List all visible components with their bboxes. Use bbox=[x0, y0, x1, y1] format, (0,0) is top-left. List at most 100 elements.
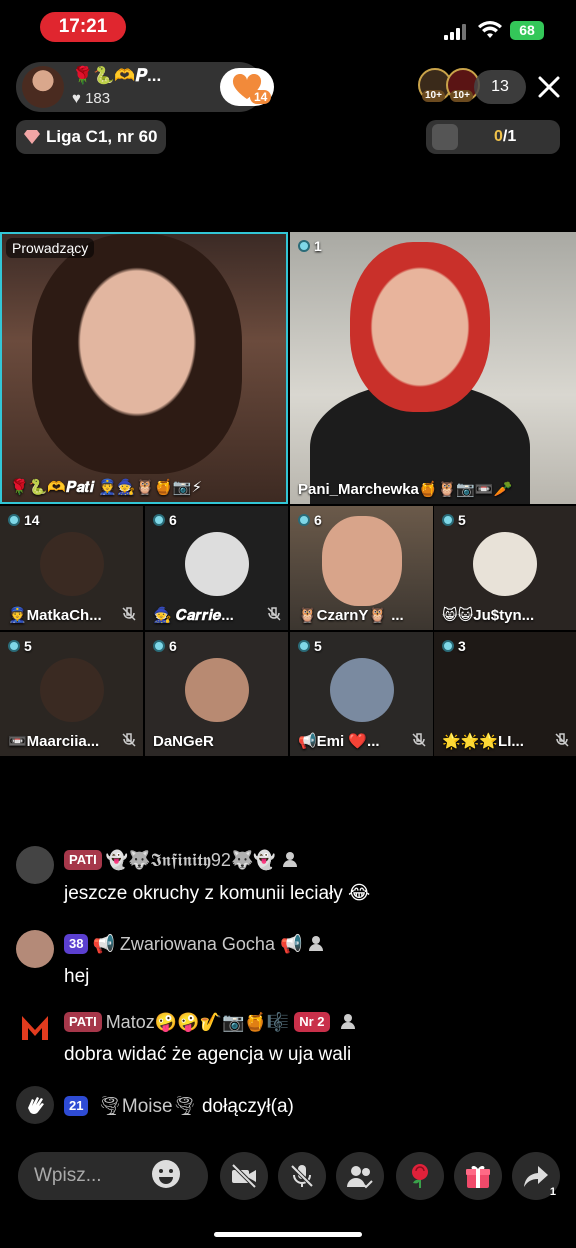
coin-icon bbox=[298, 240, 310, 252]
host-tile-name: 🌹🐍🫶𝑷𝒂𝒕𝒊 👮🧙🦉🍯📷⚡ bbox=[10, 479, 203, 496]
mic-off-button[interactable] bbox=[278, 1152, 326, 1200]
guests-button[interactable] bbox=[336, 1152, 384, 1200]
coin-icon bbox=[8, 514, 20, 526]
close-icon[interactable] bbox=[534, 72, 564, 102]
cellular-signal-icon bbox=[444, 24, 470, 40]
joined-action: dołączył(a) bbox=[201, 1096, 294, 1117]
camera-off-icon bbox=[231, 1163, 257, 1189]
guest-avatar bbox=[329, 658, 394, 722]
chat-message[interactable]: 38 📢 Zwariowana Gocha 📢 hej bbox=[16, 930, 556, 1000]
guest-tile[interactable]: 6 DaNGeR bbox=[145, 632, 288, 756]
rose-gift-button[interactable] bbox=[396, 1152, 444, 1200]
guest-tile[interactable]: 3 🌟🌟🌟LI... bbox=[434, 632, 576, 756]
chat-text: hej bbox=[64, 966, 90, 987]
guest-video-tile[interactable]: 6 🦉CzarnY🦉 ... bbox=[290, 506, 433, 630]
gem-badge: 21 bbox=[64, 1096, 89, 1116]
guest-name: 🌟🌟🌟LI... bbox=[442, 733, 524, 750]
host-profile-card[interactable]: 🌹🐍🫶𝑷... ♥ 183 14 bbox=[16, 62, 274, 112]
goal-current: 0 bbox=[494, 128, 503, 145]
guest-name: 📢Emi ❤️... bbox=[298, 733, 380, 750]
guest-tile[interactable]: 6 🧙 𝑪𝒂𝒓𝒓𝒊𝒆... bbox=[145, 506, 288, 630]
host-name: 🌹🐍🫶𝑷... bbox=[72, 66, 162, 85]
mic-muted-icon bbox=[412, 733, 426, 747]
chat-text: jeszcze okruchy z komunii leciały 😂 bbox=[64, 883, 371, 904]
gift-button[interactable] bbox=[454, 1152, 502, 1200]
guest-avatar bbox=[39, 532, 104, 596]
guest-name: 📼Maarciia... bbox=[8, 733, 100, 750]
guest-video bbox=[350, 242, 490, 412]
wave-icon bbox=[16, 1086, 54, 1124]
goal-icon bbox=[432, 124, 458, 150]
host-tag: Prowadzący bbox=[6, 238, 95, 258]
coin-icon bbox=[442, 640, 454, 652]
guest-name: 🦉CzarnY🦉 ... bbox=[298, 607, 404, 624]
chat-message[interactable]: PATI 👻🐺𝕴𝖓𝖋𝖎𝖓𝖎𝖙𝖞92🐺👻 jeszcze okruchy z kom… bbox=[16, 846, 556, 916]
chat-avatar[interactable] bbox=[16, 930, 54, 968]
chat-message[interactable]: PATI Matoz🤪🤪🎷📷🍯🎼 Nr 2 dobra widać że agen… bbox=[16, 1008, 556, 1078]
share-count: 1 bbox=[549, 1186, 556, 1198]
chat-avatar[interactable] bbox=[16, 1008, 54, 1046]
goal-progress[interactable]: 0/1 bbox=[426, 120, 560, 154]
wifi-icon bbox=[478, 21, 502, 38]
rose-icon bbox=[412, 1164, 428, 1188]
guest-avatar bbox=[473, 532, 537, 596]
profile-icon[interactable] bbox=[282, 850, 302, 868]
diamond-icon bbox=[24, 130, 40, 144]
guest-tile-name: Pani_Marchewka🍯🦉📷📼🥕 bbox=[298, 481, 513, 498]
guest-tile[interactable]: 14 👮MatkaCh... bbox=[0, 506, 143, 630]
host-likes: ♥ 183 bbox=[72, 90, 111, 107]
host-video-tile[interactable]: Prowadzący 🌹🐍🫶𝑷𝒂𝒕𝒊 👮🧙🦉🍯📷⚡ bbox=[0, 232, 288, 504]
coin-icon bbox=[8, 640, 20, 652]
guest-video bbox=[321, 516, 402, 606]
home-indicator[interactable] bbox=[214, 1232, 362, 1237]
guest-name: DaNGeR bbox=[153, 733, 214, 750]
users-icon bbox=[347, 1166, 373, 1189]
chat-text: dobra widać że agencja w uja wali bbox=[64, 1044, 352, 1065]
league-label: Liga C1, nr 60 bbox=[46, 127, 158, 146]
host-avatar[interactable] bbox=[22, 66, 64, 108]
gift-icon bbox=[466, 1165, 490, 1188]
emoji-icon[interactable] bbox=[150, 1158, 182, 1190]
status-bar: 17:21 68 bbox=[0, 0, 576, 56]
coin-icon bbox=[153, 640, 165, 652]
share-icon bbox=[524, 1166, 548, 1187]
chat-username[interactable]: 👻🐺𝕴𝖓𝖋𝖎𝖓𝖎𝖙𝖞92🐺👻 bbox=[106, 850, 276, 870]
goal-total: /1 bbox=[502, 128, 517, 145]
chat-username[interactable]: Matoz🤪🤪🎷📷🍯🎼 bbox=[106, 1012, 290, 1032]
top-viewers[interactable]: 10+ 10+ bbox=[418, 68, 480, 104]
mic-muted-icon bbox=[122, 607, 136, 621]
join-notification: 21 🌪Moise🌪 dołączył(a) bbox=[16, 1086, 556, 1124]
guest-name: 😸😺Ju$tyn... bbox=[442, 607, 535, 624]
mic-off-icon bbox=[290, 1164, 314, 1188]
fan-badge: PATI bbox=[64, 1012, 102, 1032]
m-logo-icon bbox=[22, 1016, 48, 1040]
coin-icon bbox=[153, 514, 165, 526]
guest-tile[interactable]: 5 😸😺Ju$tyn... bbox=[434, 506, 576, 630]
guest-tile-count: 1 bbox=[314, 238, 322, 254]
profile-icon[interactable] bbox=[340, 1012, 360, 1030]
coin-icon bbox=[442, 514, 454, 526]
joined-username[interactable]: 🌪Moise🌪 bbox=[98, 1096, 197, 1117]
guest-avatar bbox=[39, 658, 104, 722]
guest-name: 👮MatkaCh... bbox=[8, 607, 102, 624]
coin-icon bbox=[298, 640, 310, 652]
follow-button[interactable]: 14 bbox=[220, 68, 274, 106]
camera-off-button[interactable] bbox=[220, 1152, 268, 1200]
rank-badge: Nr 2 bbox=[294, 1012, 330, 1032]
viewer-count[interactable]: 13 bbox=[474, 70, 526, 104]
league-badge[interactable]: Liga C1, nr 60 bbox=[16, 120, 166, 154]
chat-username[interactable]: 📢 Zwariowana Gocha 📢 bbox=[92, 934, 302, 954]
share-button[interactable]: 1 bbox=[512, 1152, 560, 1200]
guest-tile[interactable]: 5 📼Maarciia... bbox=[0, 632, 143, 756]
guest-avatar bbox=[184, 658, 249, 722]
guest-video-tile[interactable]: 1 Pani_Marchewka🍯🦉📷📼🥕 bbox=[290, 232, 576, 504]
guest-tile[interactable]: 5 📢Emi ❤️... bbox=[290, 632, 433, 756]
guest-avatar bbox=[184, 532, 249, 596]
host-video bbox=[32, 234, 242, 474]
follow-count: 14 bbox=[250, 90, 272, 104]
profile-icon[interactable] bbox=[308, 934, 328, 952]
guest-name: 🧙 𝑪𝒂𝒓𝒓𝒊𝒆... bbox=[153, 607, 234, 624]
battery-indicator: 68 bbox=[510, 21, 544, 40]
mic-muted-icon bbox=[267, 607, 281, 621]
chat-avatar[interactable] bbox=[16, 846, 54, 884]
